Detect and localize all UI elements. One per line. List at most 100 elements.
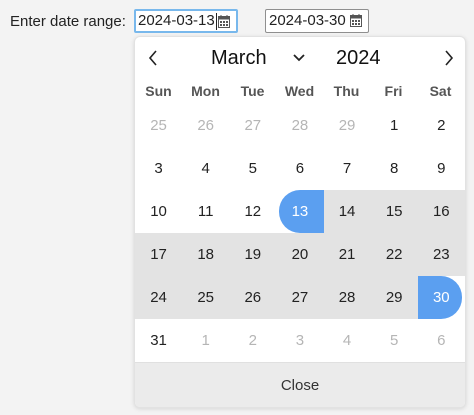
date-range-label: Enter date range: <box>10 13 126 30</box>
day-number: 2 <box>437 117 446 134</box>
day-cell[interactable]: 2 <box>418 104 465 147</box>
start-date-value: 2024-03-13 <box>138 12 215 29</box>
day-number: 4 <box>201 160 210 177</box>
day-cell[interactable]: 16 <box>417 190 465 233</box>
day-number: 2 <box>248 332 257 349</box>
day-cell[interactable]: 15 <box>370 190 418 233</box>
day-cell[interactable]: 4 <box>182 147 229 190</box>
day-number: 7 <box>342 160 352 177</box>
day-number: 11 <box>197 203 214 220</box>
chevron-right-icon <box>445 50 454 66</box>
day-number: 1 <box>390 117 399 134</box>
day-number: 30 <box>432 289 450 306</box>
day-number: 24 <box>150 289 167 306</box>
start-date-input[interactable]: 2024-03-13 <box>134 9 238 33</box>
day-cell[interactable]: 19 <box>229 233 277 276</box>
day-number: 4 <box>342 332 352 349</box>
day-cell[interactable]: 27 <box>276 276 324 319</box>
day-cell[interactable]: 14 <box>323 190 371 233</box>
day-cell[interactable]: 5 <box>371 319 418 362</box>
day-cell[interactable]: 3 <box>135 147 182 190</box>
day-number: 6 <box>295 160 305 177</box>
day-number: 5 <box>248 160 257 177</box>
day-number: 29 <box>338 117 356 134</box>
day-cell[interactable]: 5 <box>229 147 276 190</box>
day-number: 19 <box>244 246 262 263</box>
day-cell[interactable]: 1 <box>182 319 229 362</box>
day-cell[interactable]: 28 <box>323 276 371 319</box>
day-cell[interactable]: 21 <box>323 233 371 276</box>
close-button[interactable]: Close <box>135 362 465 407</box>
day-number: 27 <box>244 117 262 134</box>
day-number: 22 <box>385 246 403 263</box>
day-cell[interactable]: 22 <box>370 233 418 276</box>
day-number: 31 <box>150 332 167 349</box>
day-cell[interactable]: 12 <box>229 190 276 233</box>
day-cell[interactable]: 25 <box>135 104 182 147</box>
day-number: 20 <box>291 246 309 263</box>
chevron-down-icon <box>292 54 305 62</box>
day-cell[interactable]: 3 <box>276 319 323 362</box>
day-cell[interactable]: 2 <box>229 319 276 362</box>
day-cell[interactable]: 23 <box>417 233 465 276</box>
day-cell[interactable]: 4 <box>324 319 371 362</box>
day-number: 28 <box>338 289 356 306</box>
month-label: March <box>211 46 267 69</box>
day-number: 16 <box>432 203 450 220</box>
month-select[interactable]: March <box>211 43 305 73</box>
end-date-value: 2024-03-30 <box>269 12 346 29</box>
day-cell[interactable]: 20 <box>276 233 324 276</box>
day-cell[interactable]: 11 <box>182 190 229 233</box>
day-number: 3 <box>295 332 305 349</box>
day-cell[interactable]: 7 <box>324 147 371 190</box>
day-cell[interactable]: 9 <box>418 147 465 190</box>
day-number: 6 <box>437 332 446 349</box>
day-number: 15 <box>385 203 403 220</box>
day-cell[interactable]: 13 <box>276 190 324 233</box>
day-cell[interactable]: 25 <box>182 276 230 319</box>
day-cell[interactable]: 10 <box>135 190 182 233</box>
year-input[interactable]: 2024 <box>336 43 381 73</box>
previous-month-button[interactable] <box>143 47 163 69</box>
day-number: 29 <box>385 289 403 306</box>
day-cell[interactable]: 24 <box>135 276 183 319</box>
day-cell[interactable]: 1 <box>371 104 418 147</box>
day-number: 28 <box>291 117 309 134</box>
day-cell[interactable]: 27 <box>229 104 276 147</box>
day-cell[interactable]: 8 <box>371 147 418 190</box>
chevron-left-icon <box>148 50 157 66</box>
day-number: 26 <box>244 289 262 306</box>
day-number: 8 <box>390 160 399 177</box>
calendar-icon[interactable] <box>217 14 231 29</box>
day-number: 5 <box>390 332 399 349</box>
day-cell[interactable]: 26 <box>229 276 277 319</box>
day-cell[interactable]: 31 <box>135 319 182 362</box>
day-number: 3 <box>154 160 163 177</box>
day-cell[interactable]: 6 <box>276 147 323 190</box>
day-number: 21 <box>338 246 356 263</box>
close-button-label: Close <box>280 376 320 394</box>
day-cell[interactable]: 29 <box>324 104 371 147</box>
day-number: 9 <box>437 160 446 177</box>
day-number: 26 <box>197 117 215 134</box>
calendar-header: March 2024 <box>135 37 465 77</box>
calendar-icon[interactable] <box>349 13 363 28</box>
day-number: 17 <box>150 246 167 263</box>
next-month-button[interactable] <box>439 47 459 69</box>
year-label: 2024 <box>336 46 381 69</box>
day-number: 25 <box>197 289 215 306</box>
day-number: 18 <box>197 246 215 263</box>
day-cell[interactable]: 28 <box>276 104 323 147</box>
day-number: 27 <box>291 289 309 306</box>
day-cell[interactable]: 29 <box>370 276 418 319</box>
day-number: 12 <box>244 203 262 220</box>
day-cell[interactable]: 18 <box>182 233 230 276</box>
day-number: 25 <box>150 117 167 134</box>
day-number: 14 <box>338 203 356 220</box>
day-cell[interactable]: 30 <box>417 276 465 319</box>
day-cell[interactable]: 6 <box>418 319 465 362</box>
day-cell[interactable]: 17 <box>135 233 183 276</box>
day-number: 1 <box>201 332 210 349</box>
day-cell[interactable]: 26 <box>182 104 229 147</box>
end-date-input[interactable]: 2024-03-30 <box>265 9 369 33</box>
